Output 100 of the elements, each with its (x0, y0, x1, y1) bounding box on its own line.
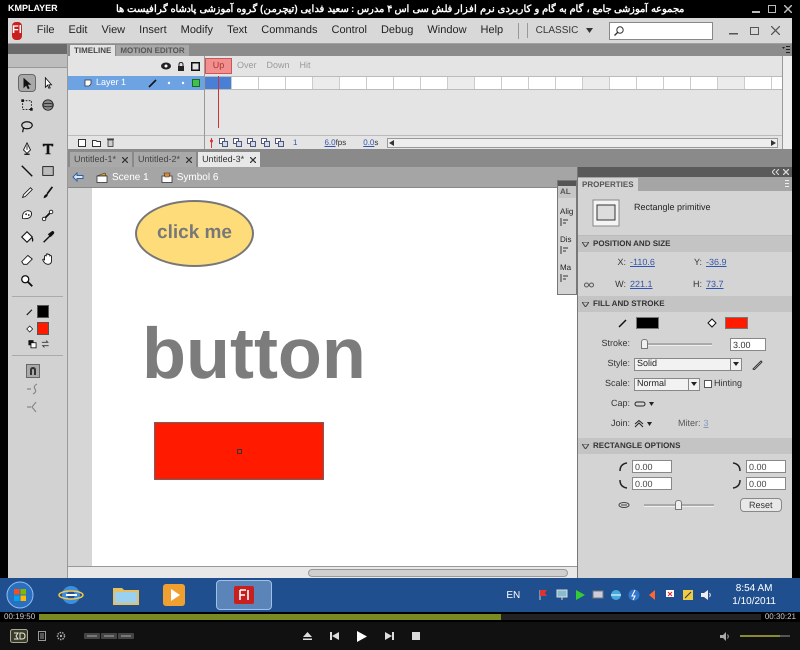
input-field[interactable]: 3.00 (730, 338, 766, 350)
menu-item[interactable]: Debug (374, 22, 420, 39)
value-field[interactable]: -110.6 (630, 256, 684, 270)
scroll-left-icon[interactable] (389, 140, 394, 146)
volume-icon[interactable] (700, 589, 712, 601)
timeline-scrollbar[interactable] (387, 138, 778, 148)
link-dimensions-icon[interactable] (584, 281, 594, 289)
clock-time[interactable]: 8:54 AM (736, 582, 772, 595)
dropdown[interactable]: Normal (634, 378, 700, 390)
value-field[interactable]: 73.7 (706, 278, 724, 292)
settings-icon[interactable] (56, 631, 66, 641)
value-field[interactable]: 221.1 (630, 278, 684, 292)
panel-tab[interactable]: TIMELINE (70, 45, 116, 56)
document-tab[interactable]: Untitled-2* (134, 152, 196, 167)
slider-thumb[interactable] (675, 500, 682, 510)
menu-item[interactable]: Control (324, 22, 374, 39)
menu-item[interactable]: View (94, 22, 132, 39)
align-icon[interactable] (560, 246, 568, 254)
swap-colors-icon[interactable] (40, 339, 49, 349)
collapse-icon[interactable] (772, 169, 779, 175)
input-field[interactable]: 0.00 (632, 477, 672, 490)
value-field[interactable]: -36.9 (706, 256, 727, 270)
previous-icon[interactable] (330, 632, 339, 640)
language-indicator[interactable]: EN (506, 588, 520, 602)
color-swatch[interactable] (37, 305, 49, 318)
start-orb-icon[interactable] (6, 581, 34, 609)
cap-dropdown[interactable] (634, 401, 654, 407)
eject-icon[interactable] (303, 632, 312, 640)
menu-item[interactable]: Window (420, 22, 474, 39)
media-play-icon[interactable] (162, 583, 186, 607)
close-icon[interactable] (771, 26, 780, 35)
globe-icon[interactable] (610, 589, 622, 601)
color-swatch[interactable] (636, 317, 659, 329)
elapsed-time[interactable]: 0.0s (363, 136, 378, 148)
vertical-scrollbar[interactable] (782, 56, 792, 149)
reset-button[interactable]: Reset (740, 498, 782, 512)
network-icon[interactable] (682, 589, 694, 601)
tool-button[interactable] (18, 74, 36, 92)
menu-item[interactable]: Help (474, 22, 510, 39)
seek-bar[interactable] (39, 614, 761, 620)
close-icon[interactable] (186, 156, 192, 162)
close-icon[interactable] (250, 156, 256, 162)
panel-menu-icon[interactable] (782, 46, 790, 54)
snap-button[interactable] (26, 364, 40, 378)
close-icon[interactable] (122, 156, 128, 162)
document-tab[interactable]: Untitled-3* (198, 152, 260, 167)
monitor-icon[interactable] (556, 589, 568, 601)
section-header[interactable]: RECTANGLE OPTIONS (578, 438, 792, 454)
eye-icon[interactable] (161, 62, 171, 70)
onion-outline-icon[interactable] (247, 138, 256, 147)
menu-item[interactable]: Edit (62, 22, 94, 39)
browser-e-icon[interactable] (58, 583, 84, 607)
frame-rate[interactable]: 6.0fps (324, 136, 346, 148)
align-icon[interactable] (560, 218, 568, 226)
new-folder-icon[interactable] (92, 138, 101, 146)
center-frame-icon[interactable] (219, 138, 228, 147)
slider-thumb[interactable] (640, 339, 648, 349)
dropdown[interactable]: Solid (634, 358, 742, 370)
next-icon[interactable] (385, 632, 394, 640)
menu-item[interactable]: Insert (132, 22, 174, 39)
menu-item[interactable]: Commands (254, 22, 324, 39)
pencil-icon[interactable] (752, 358, 763, 370)
outline-icon[interactable] (191, 62, 200, 70)
playlist-icon[interactable] (38, 631, 46, 641)
workspace-switcher[interactable]: CLASSIC (526, 23, 602, 38)
input-field[interactable]: 0.00 (746, 477, 786, 490)
playhead-marker-icon[interactable] (209, 138, 214, 148)
horizontal-scrollbar[interactable] (68, 566, 577, 578)
lock-icon[interactable] (177, 62, 185, 70)
color-swatch[interactable] (37, 322, 49, 335)
join-dropdown[interactable] (634, 420, 652, 428)
align-icon[interactable] (560, 274, 568, 282)
section-header[interactable]: POSITION AND SIZE (578, 236, 792, 252)
section-header[interactable]: FILL AND STROKE (578, 296, 792, 312)
trash-icon[interactable] (107, 138, 114, 147)
lightning-icon[interactable] (628, 589, 640, 601)
search-field[interactable] (609, 22, 713, 40)
3d-mode-icon[interactable] (10, 629, 28, 643)
checkbox[interactable] (704, 380, 712, 388)
onion-markers-icon[interactable] (275, 138, 284, 147)
restore-icon[interactable] (750, 26, 759, 35)
scroll-right-icon[interactable] (771, 140, 776, 146)
back-arrow-icon[interactable] (72, 172, 84, 182)
new-layer-icon[interactable] (78, 138, 86, 146)
color-swatch[interactable] (725, 317, 748, 329)
volume-icon[interactable] (720, 632, 730, 640)
document-tab[interactable]: Untitled-1* (70, 152, 132, 167)
edit-multiple-icon[interactable] (261, 138, 270, 147)
close-icon[interactable] (784, 5, 792, 13)
menu-item[interactable]: Text (220, 22, 254, 39)
panel-tab[interactable]: AL (558, 186, 576, 198)
current-frame[interactable]: 1 (293, 136, 298, 148)
menu-item[interactable]: Modify (174, 22, 220, 39)
input-field[interactable]: 0.00 (632, 460, 672, 473)
monitor-icon[interactable] (592, 589, 604, 601)
menu-item[interactable]: File (30, 22, 62, 39)
default-colors-icon[interactable] (28, 339, 36, 349)
maximize-icon[interactable] (768, 5, 776, 13)
lock-corners-icon[interactable] (618, 502, 630, 508)
panel-tab[interactable]: PROPERTIES (578, 178, 638, 191)
